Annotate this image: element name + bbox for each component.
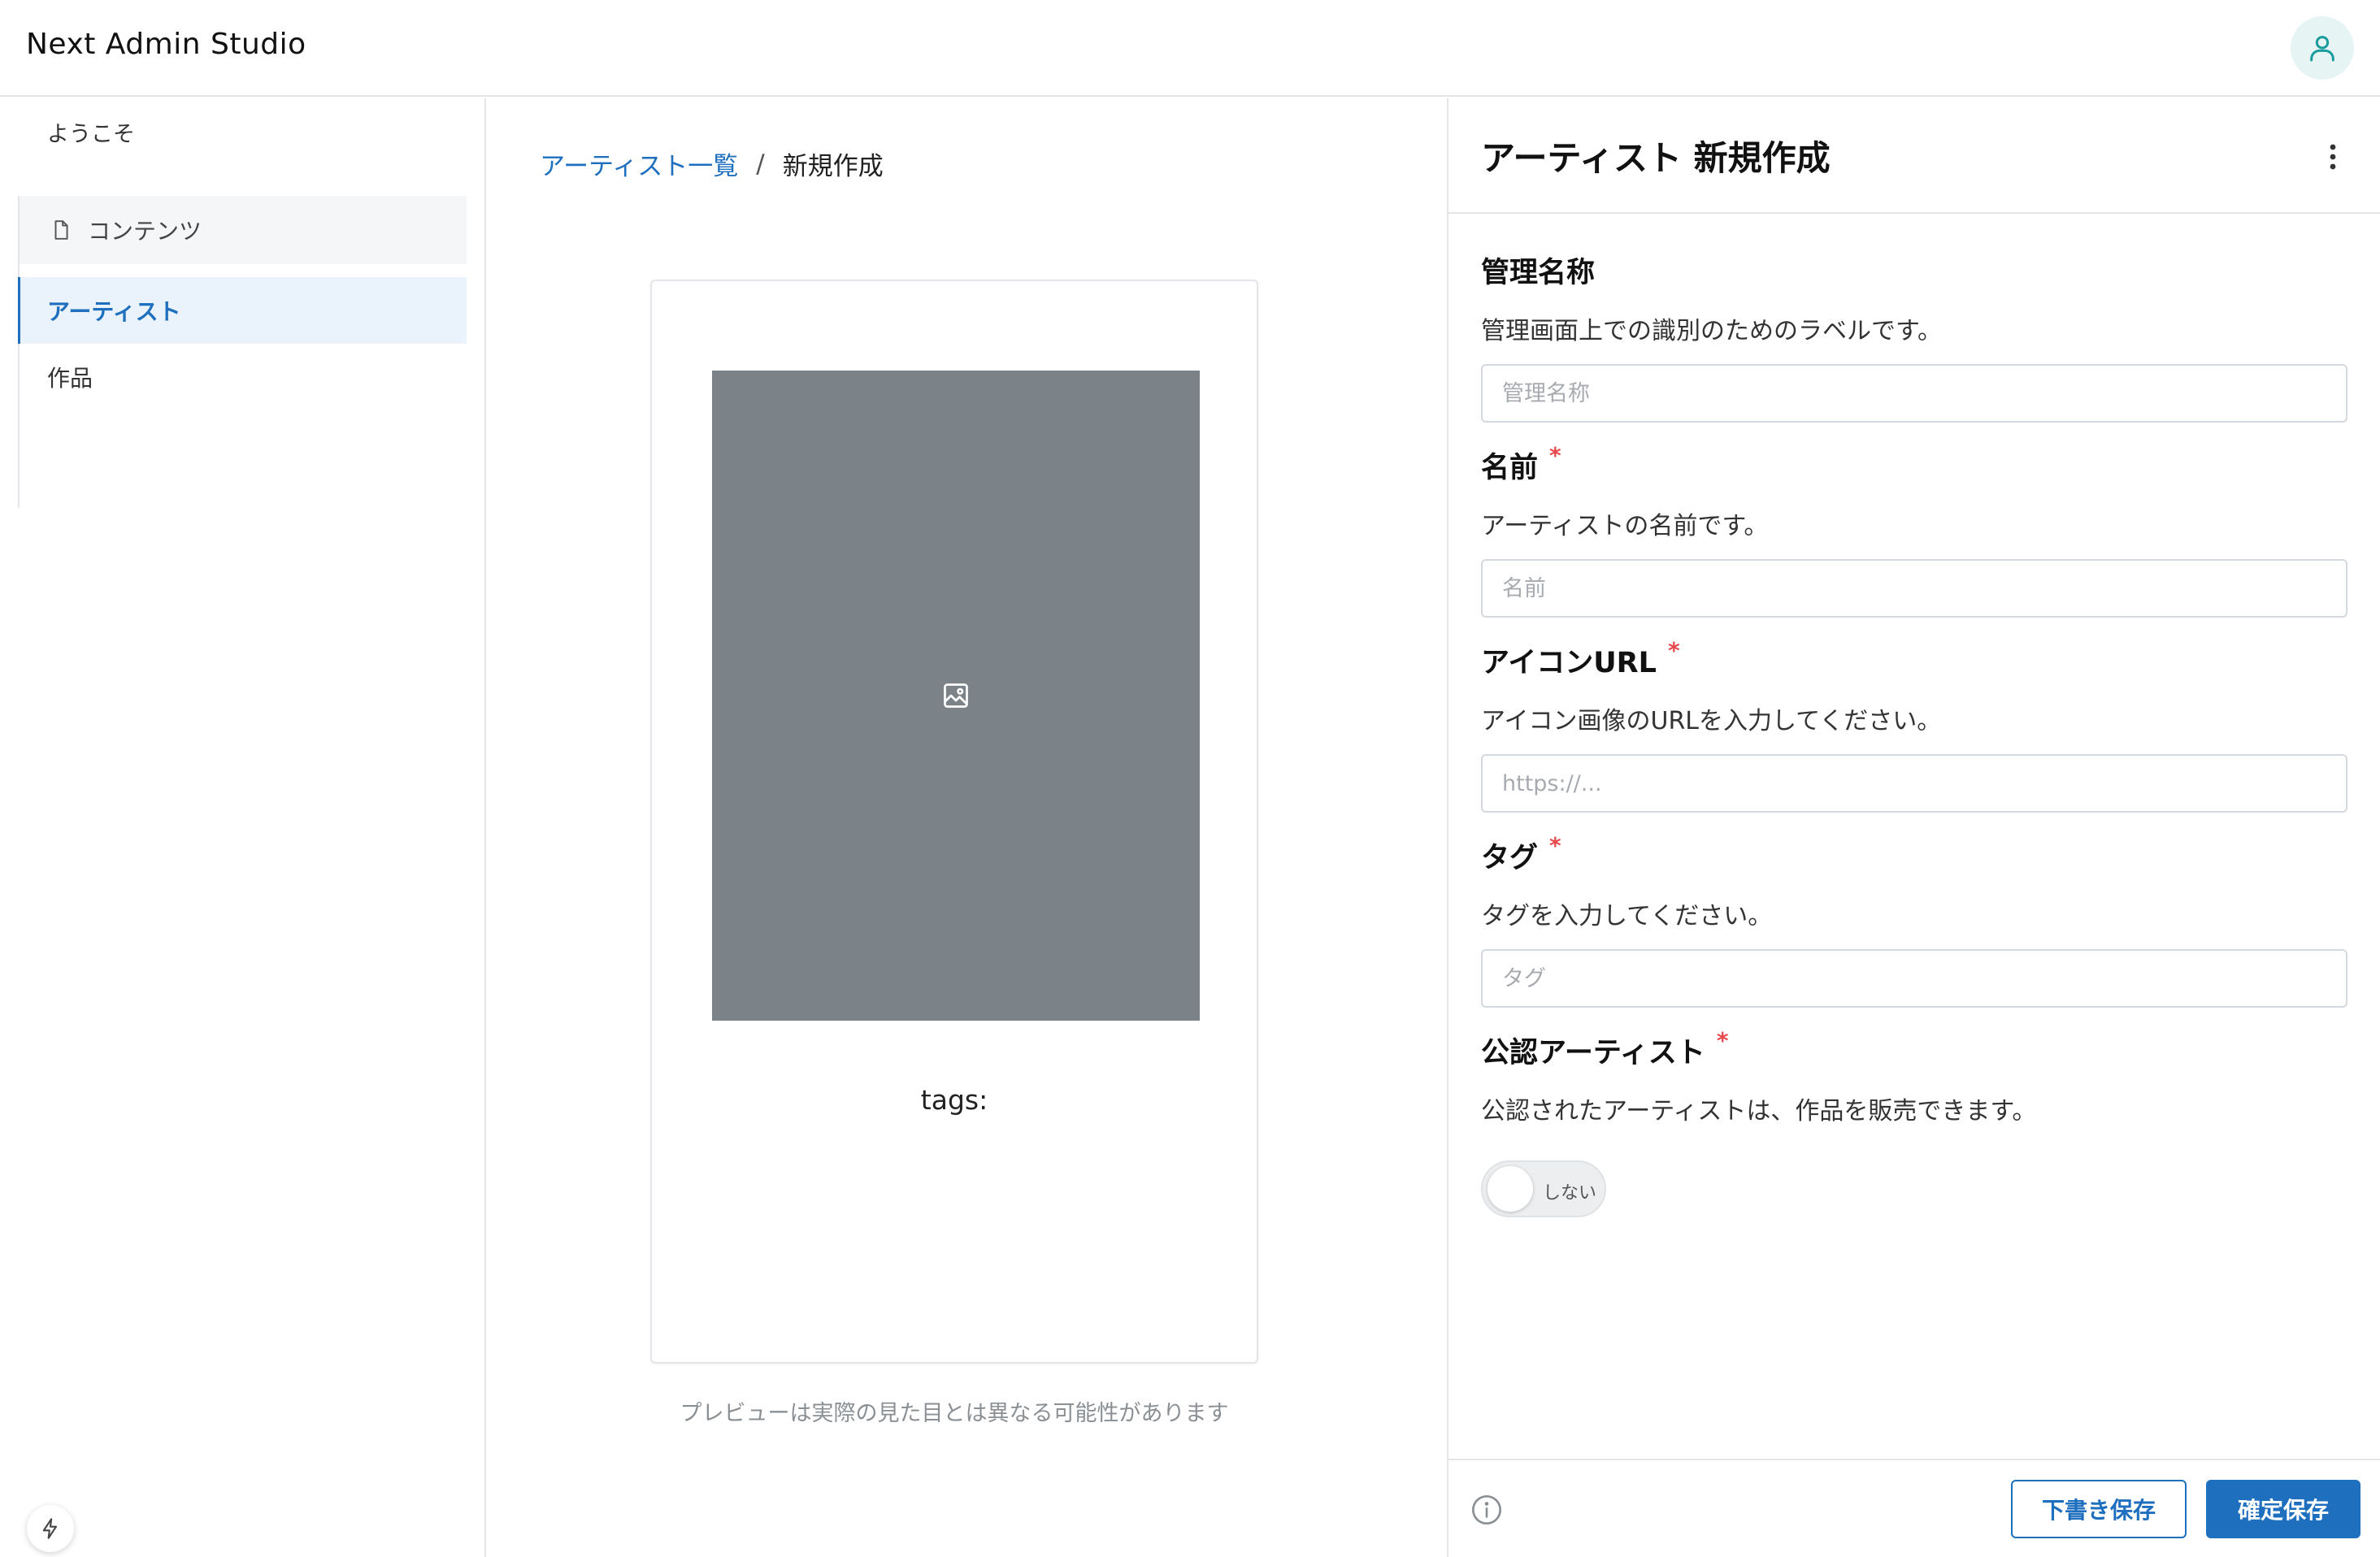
tags-input[interactable] [1481, 949, 2347, 1008]
field-label: タグ * [1481, 835, 2347, 876]
sidebar: ようこそ コンテンツ アーティスト 作品 [0, 98, 486, 1557]
info-button[interactable] [1470, 1493, 1504, 1527]
image-icon [944, 683, 968, 708]
name-input[interactable] [1481, 559, 2347, 618]
field-label: 管理名称 [1481, 249, 2347, 291]
sidebar-group-content[interactable]: コンテンツ [20, 196, 467, 264]
field-name: 名前 * アーティストの名前です。 [1481, 445, 2347, 618]
icon-url-input[interactable] [1481, 754, 2347, 813]
top-header: Next Admin Studio [0, 0, 2380, 97]
preview-area: アーティスト一覧 / 新規作成 tags: プレビューは実際の見た目とは異なる可… [488, 98, 1447, 1557]
more-vertical-icon [2330, 144, 2336, 170]
field-label-text: 名前 [1481, 452, 1539, 484]
field-label: アイコンURL * [1481, 640, 2347, 681]
app-title: Next Admin Studio [26, 28, 306, 61]
preview-image-placeholder [712, 371, 1200, 1021]
field-tags: タグ * タグを入力してください。 [1481, 835, 2347, 1008]
preview-card: tags: [650, 280, 1258, 1364]
save-draft-button[interactable]: 下書き保存 [2011, 1480, 2187, 1538]
panel-menu-button[interactable] [2317, 137, 2349, 176]
field-verified-artist: 公認アーティスト * 公認されたアーティストは、作品を販売できます。 しない [1481, 1030, 2347, 1217]
field-description: 公認されたアーティストは、作品を販売できます。 [1481, 1097, 2037, 1125]
sidebar-item-artist[interactable]: アーティスト [18, 277, 467, 344]
app-root: Next Admin Studio ようこそ コンテンツ アーティスト 作品 ア… [0, 0, 2380, 1557]
required-mark: * [1549, 832, 1561, 859]
breadcrumb-current: 新規作成 [782, 152, 884, 181]
publish-button[interactable]: 確定保存 [2206, 1480, 2360, 1538]
toggle-label: しない [1543, 1183, 1597, 1204]
field-description: アイコン画像のURLを入力してください。 [1481, 707, 1942, 735]
field-icon-url: アイコンURL * アイコン画像のURLを入力してください。 [1481, 640, 2347, 813]
breadcrumb-link-artist-list[interactable]: アーティスト一覧 [540, 145, 738, 182]
sidebar-welcome: ようこそ [47, 122, 135, 147]
breadcrumb: アーティスト一覧 / 新規作成 [540, 145, 884, 182]
panel-title: アーティスト 新規作成 [1481, 138, 1831, 178]
required-mark: * [1716, 1027, 1729, 1054]
field-admin-name: 管理名称 管理画面上での識別のためのラベルです。 [1481, 249, 2347, 423]
field-label: 名前 * [1481, 445, 2347, 486]
field-label-text: タグ [1481, 842, 1539, 874]
admin-name-input[interactable] [1481, 364, 2347, 423]
sidebar-group-label: コンテンツ [88, 218, 202, 245]
sidebar-item-works[interactable]: 作品 [20, 344, 467, 410]
field-description: 管理画面上での識別のためのラベルです。 [1481, 317, 1942, 345]
field-description: タグを入力してください。 [1481, 902, 1773, 930]
field-description: アーティストの名前です。 [1481, 512, 1769, 540]
panel-footer: 下書き保存 確定保存 [1448, 1459, 2380, 1557]
edit-panel: アーティスト 新規作成 管理名称 管理画面上での識別のためのラベルです。 名前 … [1447, 98, 2380, 1557]
preview-disclaimer: プレビューは実際の見た目とは異なる可能性があります [680, 1401, 1229, 1426]
user-icon [2310, 36, 2334, 62]
info-icon [1472, 1495, 1501, 1524]
required-mark: * [1667, 637, 1680, 664]
field-label-text: 管理名称 [1481, 257, 1596, 289]
field-label: 公認アーティスト * [1481, 1030, 2347, 1071]
field-label-text: 公認アーティスト [1481, 1037, 1705, 1069]
quick-action-button[interactable] [27, 1505, 74, 1552]
document-icon [54, 220, 68, 240]
verified-artist-toggle[interactable]: しない [1481, 1160, 1606, 1217]
panel-header: アーティスト 新規作成 [1448, 98, 2380, 214]
breadcrumb-separator: / [756, 149, 765, 179]
lightning-icon [42, 1518, 58, 1539]
preview-tags: tags: [920, 1084, 988, 1116]
required-mark: * [1549, 442, 1561, 469]
toggle-knob [1488, 1166, 1533, 1212]
field-label-text: アイコンURL [1481, 647, 1657, 679]
user-avatar-button[interactable] [2291, 16, 2354, 80]
